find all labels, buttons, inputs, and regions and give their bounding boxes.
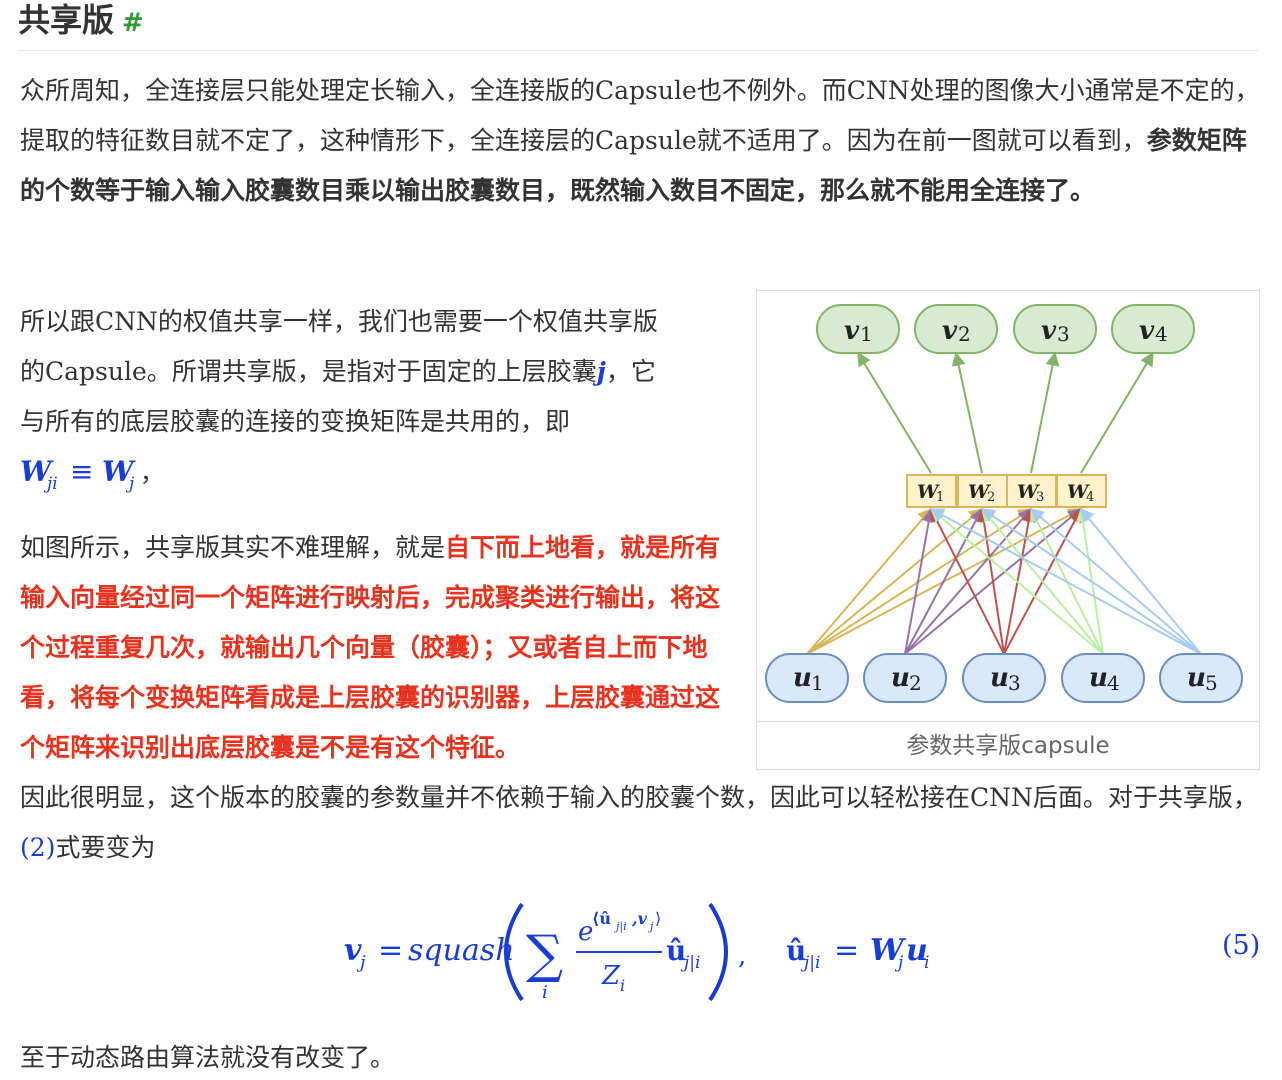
weight-matrix-w1: W1 xyxy=(906,474,957,508)
output-capsule-v3: v3 xyxy=(1013,304,1097,354)
svg-text:v: v xyxy=(942,316,958,346)
p3-tail: 因此很明显，这个版本的胶囊的参数量并不依赖于输入的胶囊个数，因此可以轻松接在CN… xyxy=(20,783,1258,812)
p2-line2-tail: ，它 xyxy=(605,357,656,386)
p2-line1: 所以跟CNN的权值共享一样，我们也需要一个权值共享版 xyxy=(20,307,658,336)
input-capsule-u3: u3 xyxy=(962,653,1046,703)
input-capsule-u2: u2 xyxy=(863,653,947,703)
svg-text:，: ， xyxy=(140,459,164,487)
eq-sum-sign: ∑ xyxy=(526,925,563,985)
input-capsule-u1: u1 xyxy=(765,653,849,703)
svg-text:j: j xyxy=(647,920,654,933)
svg-text:⟩: ⟩ xyxy=(655,909,661,928)
weight-matrix-w3: W3 xyxy=(1006,474,1057,508)
svg-text:i: i xyxy=(542,982,548,1003)
svg-text:u: u xyxy=(1187,663,1206,693)
svg-text:1: 1 xyxy=(811,671,824,695)
p3-tail2: 式要变为 xyxy=(55,833,156,862)
svg-text:3: 3 xyxy=(1036,490,1044,505)
svg-text:j|i: j|i xyxy=(800,953,820,973)
arrow-u2-to-w1 xyxy=(904,507,936,655)
p3-narrow-block: 如图所示，共享版其实不难理解，就是自下而上地看，就是所有输入向量经过同一个矩阵进… xyxy=(20,523,730,773)
arrow-w1-to-v1 xyxy=(857,351,932,474)
output-capsule-v4: v4 xyxy=(1111,304,1195,354)
arrow-w3-to-v3 xyxy=(1030,351,1060,474)
equation-block: v j = squash ∑ i e ⟨û j|i ,v j ⟩ Z i û j… xyxy=(0,890,1282,1020)
svg-text:j|i: j|i xyxy=(613,920,627,934)
weight-matrix-w4: W4 xyxy=(1056,474,1107,508)
svg-text:4: 4 xyxy=(1155,322,1168,346)
svg-text:4: 4 xyxy=(1086,490,1094,505)
svg-text:,v: ,v xyxy=(631,909,648,928)
arrow-u5-to-w1 xyxy=(929,508,1202,655)
p4-text: 至于动态路由算法就没有改变了。 xyxy=(20,1043,396,1072)
p2-math-formula: W ji ≡ W j ， xyxy=(20,455,164,494)
svg-text:2: 2 xyxy=(987,490,995,505)
svg-text:=: = xyxy=(378,933,403,968)
section-heading: 共享版 # xyxy=(18,0,1258,51)
svg-text:3: 3 xyxy=(1008,671,1021,695)
equation-number: (5) xyxy=(1222,930,1261,961)
svg-text:i: i xyxy=(924,953,929,973)
svg-text:u: u xyxy=(891,663,910,693)
eq-right-paren xyxy=(708,902,728,1002)
arrow-u5-to-w3 xyxy=(1029,508,1202,655)
paragraph-routing: 至于动态路由算法就没有改变了。 xyxy=(20,1038,1260,1078)
heading-anchor-link[interactable]: # xyxy=(122,8,144,38)
arrow-u1-to-w1 xyxy=(806,507,932,655)
paragraph-explanation-tail: 因此很明显，这个版本的胶囊的参数量并不依赖于输入的胶囊个数，因此可以轻松接在CN… xyxy=(20,773,1260,873)
equation-5: v j = squash ∑ i e ⟨û j|i ,v j ⟩ Z i û j… xyxy=(344,902,929,1003)
weight-matrix-w2: W2 xyxy=(957,474,1008,508)
eq-squash: squash xyxy=(408,933,515,968)
svg-text:4: 4 xyxy=(1107,671,1120,695)
input-capsule-u5: u5 xyxy=(1159,653,1243,703)
svg-text:3: 3 xyxy=(1057,322,1070,346)
p3-red-text: 自下而上地看，就是所有输入向量经过同一个矩阵进行映射后，完成聚类进行输出，将这个… xyxy=(20,533,721,762)
svg-text:⟨û: ⟨û xyxy=(592,909,611,928)
section-title: 共享版 xyxy=(18,1,115,39)
svg-text:,: , xyxy=(738,941,746,971)
arrow-u4-to-w1 xyxy=(929,508,1104,655)
svg-text:j|i: j|i xyxy=(680,953,700,973)
capsule-diagram: v 1 v 2 v 3 v 4W1 W2 W3 W4u 1 u 2 u 3 u 4 u 5 xyxy=(765,304,1243,703)
svg-text:1: 1 xyxy=(860,322,873,346)
svg-text:v: v xyxy=(1139,316,1155,346)
equation-ref-link[interactable]: (2) xyxy=(20,833,55,862)
p2-line3: 与所有的底层胶囊的连接的变换矩阵是共用的，即 xyxy=(20,407,571,436)
p2-line4: W ji ≡ W j ， xyxy=(20,447,730,514)
svg-text:5: 5 xyxy=(1205,671,1218,695)
svg-text:u: u xyxy=(1089,663,1108,693)
p1-text: 众所周知，全连接层只能处理定长输入，全连接版的Capsule也不例外。而CNN处… xyxy=(20,76,1260,155)
p3-lead: 如图所示，共享版其实不难理解，就是 xyxy=(20,533,446,562)
svg-text:u: u xyxy=(793,663,812,693)
svg-text:2: 2 xyxy=(958,322,971,346)
svg-text:=: = xyxy=(834,933,859,968)
arrow-w2-to-v2 xyxy=(951,351,983,474)
paragraph-fully-connected: 众所周知，全连接层只能处理定长输入，全连接版的Capsule也不例外。而CNN处… xyxy=(20,66,1260,216)
arrow-w4-to-v4 xyxy=(1080,351,1154,474)
svg-text:≡: ≡ xyxy=(70,455,93,488)
svg-text:i: i xyxy=(620,976,625,995)
p2-line2-text: 的Capsule。所谓共享版，是指对于固定的上层胶囊 xyxy=(20,357,597,386)
svg-text:v: v xyxy=(844,316,860,346)
input-capsule-u4: u4 xyxy=(1061,653,1145,703)
svg-text:u: u xyxy=(990,663,1009,693)
svg-text:Z: Z xyxy=(601,961,621,991)
figure-caption: 参数共享版capsule xyxy=(757,721,1259,770)
capsule-diagram-figure: v1v2v3v4W1W2W3W4u1u2u3u4u5 参数共享版capsule xyxy=(756,290,1260,770)
paragraph-shared-weights: 所以跟CNN的权值共享一样，我们也需要一个权值共享版 的Capsule。所谓共享… xyxy=(20,297,730,514)
output-capsule-v2: v2 xyxy=(914,304,998,354)
svg-text:v: v xyxy=(1041,316,1057,346)
p2-line2: 的Capsule。所谓共享版，是指对于固定的上层胶囊j，它 xyxy=(20,347,730,397)
svg-text:1: 1 xyxy=(936,490,944,505)
svg-text:2: 2 xyxy=(909,671,922,695)
output-capsule-v1: v1 xyxy=(816,304,900,354)
p2-math-j: j xyxy=(596,357,606,386)
